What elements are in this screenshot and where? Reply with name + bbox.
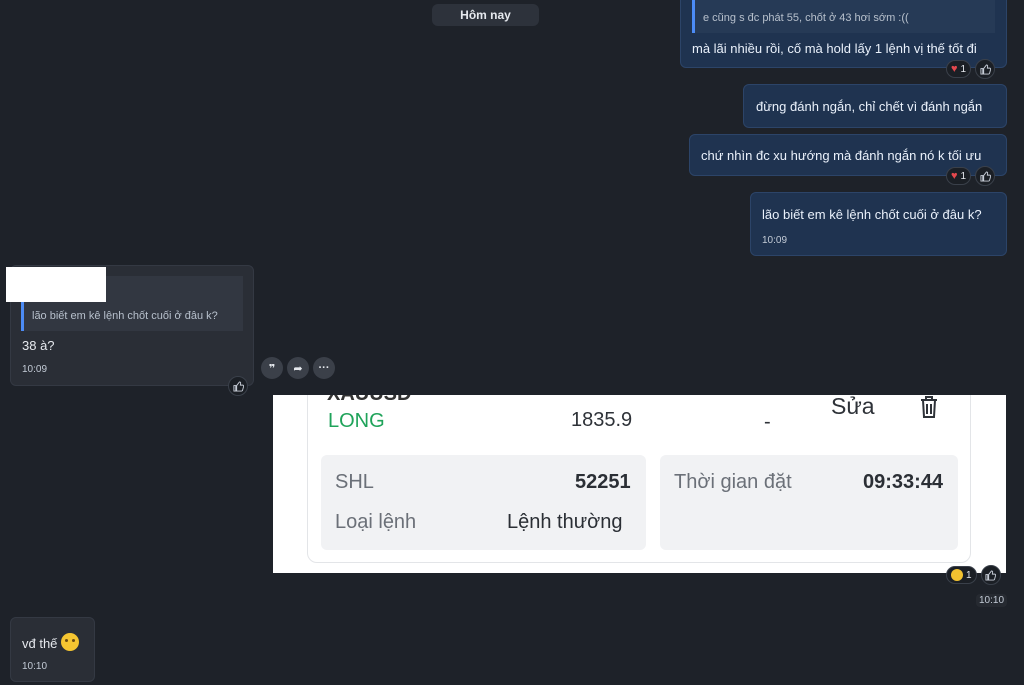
message-bubble-incoming[interactable]: vđ thế 10:10	[10, 617, 95, 682]
more-icon: ···	[318, 362, 330, 374]
forward-icon: ➦	[293, 362, 303, 375]
order-side: LONG	[328, 410, 385, 432]
like-button[interactable]	[975, 59, 996, 79]
order-type-value: Lệnh thường	[507, 511, 623, 533]
order-time-value: 09:33:44	[863, 471, 944, 493]
heart-icon: ♥	[951, 170, 958, 182]
forward-button[interactable]: ➦	[287, 357, 309, 379]
message-time: 10:10	[22, 661, 48, 672]
date-divider: Hôm nay	[432, 4, 539, 26]
message-bubble-outgoing[interactable]: e cũng s đc phát 55, chốt ở 43 hơi sớm :…	[680, 0, 1007, 68]
thinking-face-icon	[951, 569, 963, 581]
order-time-label: Thời gian đặt	[674, 471, 792, 493]
quoted-text: lão biết em kê lệnh chốt cuối ở đâu k?	[32, 310, 218, 322]
thumbs-up-icon	[985, 569, 997, 581]
order-details-left	[321, 455, 646, 550]
message-time: 10:09	[22, 364, 48, 375]
message-text-content: vđ thế	[22, 636, 58, 651]
message-text: chứ nhìn đc xu hướng mà đánh ngắn nó k t…	[701, 148, 982, 163]
order-price: 1835.9	[571, 409, 633, 431]
shl-label: SHL	[335, 471, 374, 493]
quoted-text: e cũng s đc phát 55, chốt ở 43 hơi sớm :…	[703, 12, 909, 24]
message-text: 38 à?	[22, 338, 55, 353]
more-options-button[interactable]: ···	[313, 357, 335, 379]
order-details-right	[660, 455, 958, 550]
reaction-count: 1	[960, 170, 967, 182]
reaction-count: 1	[960, 63, 967, 75]
message-time: 10:09	[762, 235, 788, 246]
trash-icon	[921, 396, 937, 418]
shl-value: 52251	[575, 471, 631, 493]
message-reactions: ♥ 1	[946, 59, 996, 79]
message-time: 10:10	[976, 594, 1008, 607]
like-button[interactable]	[228, 376, 248, 396]
reaction-count: 1	[966, 569, 972, 581]
message-bubble-outgoing[interactable]: lão biết em kê lệnh chốt cuối ở đâu k? 1…	[750, 192, 1007, 256]
message-text: mà lãi nhiều rồi, cố mà hold lấy 1 lệnh …	[692, 41, 977, 56]
order-symbol: XAUUSD	[327, 395, 411, 406]
order-type-label: Loại lệnh	[335, 511, 417, 533]
order-placeholder: -	[764, 411, 771, 433]
image-attachment[interactable]: XAUUSD LONG 1835.9 - Sửa SHL 52251 Loại …	[273, 395, 1006, 573]
message-text: lão biết em kê lệnh chốt cuối ở đâu k?	[762, 207, 982, 222]
heart-reaction[interactable]: ♥ 1	[946, 60, 972, 78]
message-reactions	[228, 376, 248, 396]
thumbs-up-icon	[980, 170, 991, 182]
thumbs-up-icon	[980, 63, 991, 75]
quote-reply-button[interactable]: ❞	[261, 357, 283, 379]
like-button[interactable]	[980, 565, 1001, 585]
heart-reaction[interactable]: ♥ 1	[946, 167, 972, 185]
thumbs-up-icon	[232, 380, 244, 392]
emoji-reaction[interactable]: 1	[946, 566, 977, 584]
message-text: đừng đánh ngắn, chỉ chết vì đánh ngắn	[756, 99, 983, 114]
quoted-message[interactable]: e cũng s đc phát 55, chốt ở 43 hơi sớm :…	[692, 0, 995, 33]
sad-face-icon	[61, 633, 80, 651]
like-button[interactable]	[975, 166, 996, 186]
message-bubble-outgoing[interactable]: đừng đánh ngắn, chỉ chết vì đánh ngắn	[743, 84, 1007, 128]
redacted-sender-name	[6, 267, 106, 302]
message-reactions: ♥ 1	[946, 166, 996, 186]
message-text: vđ thế	[22, 633, 80, 652]
quote-icon: ❞	[268, 362, 276, 375]
message-reactions: 1	[946, 565, 1001, 585]
edit-order-label: Sửa	[831, 395, 875, 419]
heart-icon: ♥	[951, 63, 958, 75]
message-actions: ❞ ➦ ···	[261, 357, 335, 379]
